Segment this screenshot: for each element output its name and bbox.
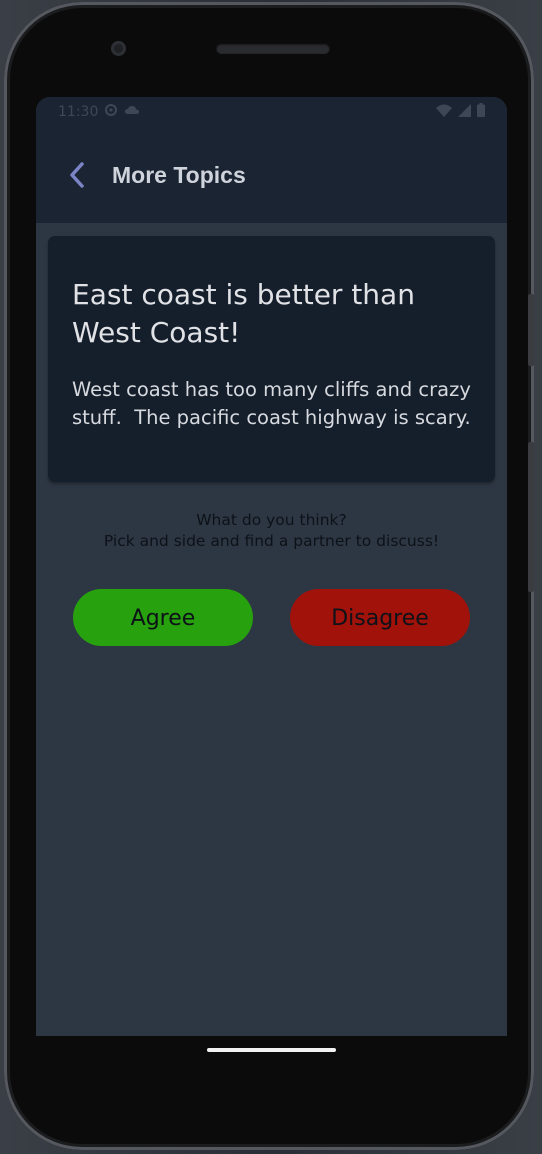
app-screen: 11:30 More Topics East coast is better t… bbox=[36, 97, 507, 1036]
gear-icon bbox=[104, 103, 118, 121]
wifi-icon bbox=[436, 104, 452, 121]
phone-frame: 11:30 More Topics East coast is better t… bbox=[4, 2, 534, 1150]
status-bar: 11:30 bbox=[36, 97, 507, 127]
earpiece-speaker bbox=[216, 43, 330, 54]
discussion-prompt: What do you think? Pick and side and fin… bbox=[36, 510, 507, 552]
topic-card: East coast is better than West Coast! We… bbox=[48, 236, 495, 482]
front-camera bbox=[111, 41, 126, 56]
prompt-question: What do you think? bbox=[196, 511, 347, 529]
home-indicator[interactable] bbox=[207, 1048, 336, 1052]
status-time: 11:30 bbox=[58, 104, 99, 120]
back-button[interactable] bbox=[64, 160, 90, 190]
topic-description: West coast has too many cliffs and crazy… bbox=[72, 378, 478, 429]
disagree-button[interactable]: Disagree bbox=[290, 589, 470, 646]
prompt-instruction: Pick and side and find a partner to disc… bbox=[103, 532, 440, 550]
side-button bbox=[528, 442, 534, 592]
agree-button[interactable]: Agree bbox=[73, 589, 253, 646]
cloud-icon bbox=[124, 104, 140, 120]
battery-icon bbox=[477, 103, 485, 121]
device-mockup: 11:30 More Topics East coast is better t… bbox=[0, 0, 542, 1154]
volume-button bbox=[528, 294, 534, 366]
chevron-left-icon bbox=[70, 162, 84, 188]
app-bar: More Topics bbox=[36, 127, 507, 223]
signal-icon bbox=[458, 103, 471, 121]
page-title: More Topics bbox=[112, 161, 246, 188]
topic-title: East coast is better than West Coast! bbox=[72, 278, 415, 349]
